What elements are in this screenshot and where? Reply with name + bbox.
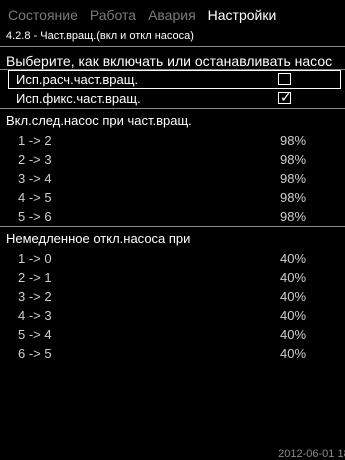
list-item[interactable]: 4 -> 5 98% bbox=[0, 188, 345, 207]
start-next-pump-heading: Вкл.след.насос при част.вращ. bbox=[0, 108, 345, 131]
list-item[interactable]: 6 -> 5 40% bbox=[0, 344, 345, 363]
checkbox-checked[interactable]: ✓ bbox=[278, 89, 292, 105]
tab-alarm[interactable]: Авария bbox=[144, 3, 204, 26]
list-item[interactable]: 5 -> 6 98% bbox=[0, 207, 345, 226]
checkbox-unchecked[interactable] bbox=[278, 73, 291, 85]
checkmark-icon: ✓ bbox=[280, 89, 292, 105]
option-label: Исп.фикс.част.вращ. bbox=[16, 91, 141, 106]
list-item[interactable]: 1 -> 2 98% bbox=[0, 131, 345, 150]
tab-bar: Состояние Работа Авария Настройки bbox=[0, 0, 345, 26]
question-text: Выберите, как включать или останавливать… bbox=[0, 47, 345, 70]
list-item[interactable]: 2 -> 1 40% bbox=[0, 268, 345, 287]
list-item[interactable]: 3 -> 2 40% bbox=[0, 287, 345, 306]
immediate-stop-heading: Немедленное откл.насоса при bbox=[0, 226, 345, 249]
datetime-stamp: 2012-06-01 18:32 bbox=[278, 448, 345, 460]
tab-status[interactable]: Состояние bbox=[4, 3, 86, 26]
option-fixed-speed[interactable]: Исп.фикс.част.вращ. ✓ bbox=[0, 89, 345, 108]
list-item[interactable]: 4 -> 3 40% bbox=[0, 306, 345, 325]
list-item[interactable]: 1 -> 0 40% bbox=[0, 249, 345, 268]
controller-screen: Состояние Работа Авария Настройки 4.2.8 … bbox=[0, 0, 345, 460]
immediate-stop-list: 1 -> 0 40% 2 -> 1 40% 3 -> 2 40% 4 -> 3 40% … bbox=[0, 249, 345, 363]
option-calculated-speed[interactable]: Исп.расч.част.вращ. bbox=[8, 70, 341, 89]
tab-operation[interactable]: Работа bbox=[86, 3, 144, 26]
list-item[interactable]: 3 -> 4 98% bbox=[0, 169, 345, 188]
option-label: Исп.расч.част.вращ. bbox=[16, 72, 138, 87]
start-next-pump-list: 1 -> 2 98% 2 -> 3 98% 3 -> 4 98% 4 -> 5 98% … bbox=[0, 131, 345, 226]
list-item[interactable]: 2 -> 3 98% bbox=[0, 150, 345, 169]
tab-settings[interactable]: Настройки bbox=[204, 3, 285, 26]
list-item[interactable]: 5 -> 4 40% bbox=[0, 325, 345, 344]
breadcrumb: 4.2.8 - Част.вращ.(вкл и откл насоса) bbox=[0, 26, 345, 47]
